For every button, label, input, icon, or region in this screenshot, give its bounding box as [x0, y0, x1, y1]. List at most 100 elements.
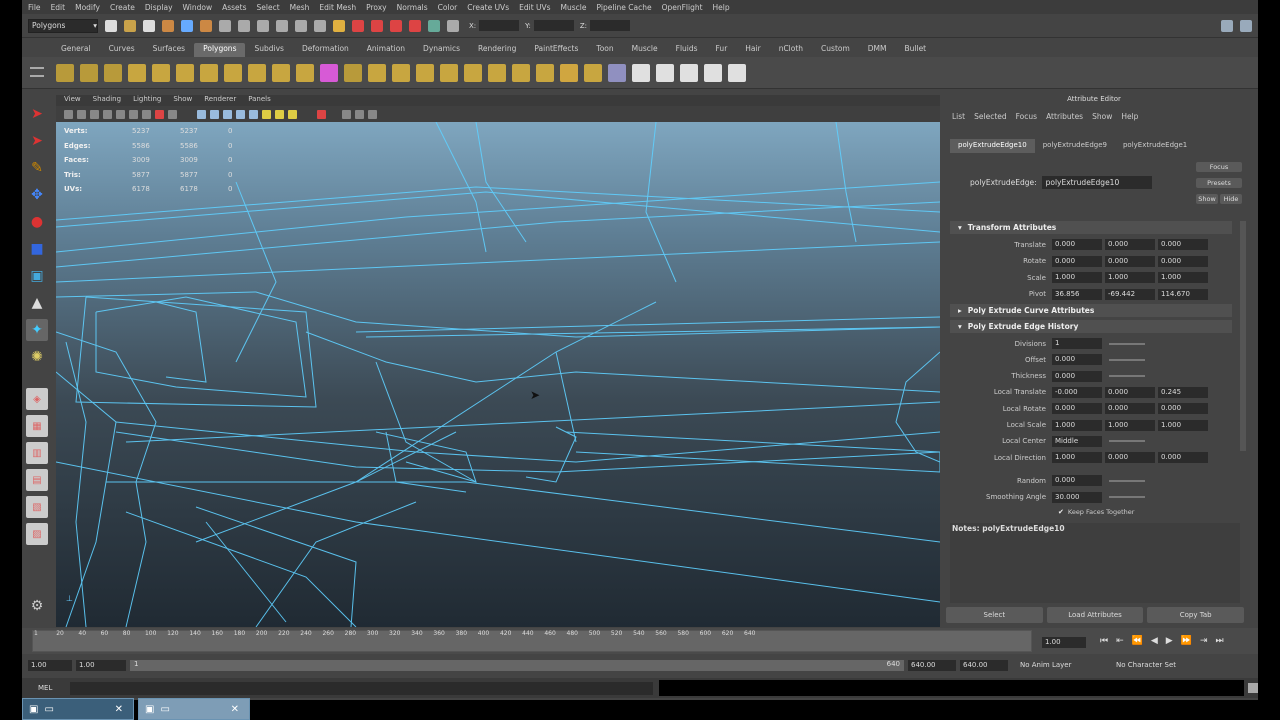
menu-window[interactable]: Window [183, 3, 213, 12]
shelf-tool-icon-6[interactable] [176, 63, 194, 82]
shelf-tool-icon-2[interactable] [80, 63, 98, 82]
shelf-menu-icon[interactable] [30, 67, 44, 77]
panel-menu-shading[interactable]: Shading [93, 95, 121, 106]
attr-slider[interactable] [1109, 479, 1145, 482]
attr-field[interactable]: 0.000 [1105, 403, 1155, 415]
playback-start-field[interactable]: 1.00 [76, 659, 126, 671]
wireframe-icon[interactable] [197, 109, 206, 119]
step-back-frame-icon[interactable]: ⏪ [1132, 636, 1143, 646]
shelf-tab-muscle[interactable]: Muscle [623, 43, 667, 57]
attr-field[interactable]: 0.000 [1052, 475, 1102, 487]
layout-single-icon[interactable]: ◈ [26, 388, 48, 410]
xray-icon[interactable] [288, 109, 297, 119]
hypershade-icon[interactable] [409, 19, 421, 32]
input-line-icon[interactable] [428, 19, 440, 32]
shelf-tool-icon-7[interactable] [200, 63, 218, 82]
attr-menu-help[interactable]: Help [1121, 112, 1138, 121]
lasso-tool-icon[interactable]: ➤ [26, 130, 48, 152]
camera-select-icon[interactable] [64, 109, 73, 119]
attr-field[interactable]: 1.000 [1052, 452, 1102, 464]
attr-field[interactable]: 0.000 [1105, 255, 1155, 267]
shelf-tab-rendering[interactable]: Rendering [469, 43, 525, 57]
grid-icon[interactable] [116, 109, 125, 119]
shelf-tool-icon-10[interactable] [272, 63, 290, 82]
copy-tab-button[interactable]: Copy Tab [1147, 607, 1245, 623]
attr-field[interactable]: 0.000 [1052, 354, 1102, 366]
shelf-tab-fluids[interactable]: Fluids [667, 43, 707, 57]
textured-icon[interactable] [236, 109, 245, 119]
pick-mask-icon[interactable] [219, 19, 231, 32]
attr-field[interactable]: 1.000 [1105, 419, 1155, 431]
new-scene-icon[interactable] [105, 19, 117, 32]
image-plane-icon[interactable] [103, 109, 112, 119]
shelf-tool-icon-22[interactable] [560, 63, 578, 82]
shelf-tab-polygons[interactable]: Polygons [194, 43, 246, 57]
paint-select-icon[interactable]: ✎ [26, 157, 48, 179]
z-field[interactable] [590, 20, 631, 31]
snap-curve-icon[interactable] [257, 19, 269, 32]
shelf-tool-icon-25[interactable] [632, 63, 650, 82]
attr-field[interactable]: 0.245 [1158, 386, 1208, 398]
shelf-tab-custom[interactable]: Custom [812, 43, 859, 57]
shelf-tab-dynamics[interactable]: Dynamics [414, 43, 469, 57]
shelf-tool-icon-8[interactable] [224, 63, 242, 82]
attr-menu-selected[interactable]: Selected [974, 112, 1007, 121]
node-name-field[interactable]: polyExtrudeEdge10 [1041, 176, 1152, 189]
rotate-tool-icon[interactable]: ● [26, 211, 48, 233]
menu-edit-mesh[interactable]: Edit Mesh [319, 3, 356, 12]
anim-end-field[interactable]: 640.00 [960, 659, 1008, 671]
shelf-tool-icon-26[interactable] [656, 63, 674, 82]
attr-field[interactable]: 1.000 [1105, 272, 1155, 283]
attr-field[interactable]: 114.670 [1158, 288, 1208, 300]
construction-history-icon[interactable] [333, 19, 345, 32]
film-gate-icon[interactable] [129, 109, 138, 119]
focus-button[interactable]: Focus [1196, 162, 1242, 172]
attr-field[interactable]: -0.000 [1052, 386, 1102, 398]
taskbar-item-1[interactable]: ▣ ▭ ✕ [22, 698, 134, 720]
attr-field[interactable]: 0.000 [1105, 386, 1155, 398]
shelf-tool-icon-29[interactable] [728, 63, 746, 82]
menu-set-selector[interactable]: Polygons ▾ [28, 18, 98, 33]
go-to-start-icon[interactable]: ⏮ [1100, 636, 1108, 646]
soft-mod-icon[interactable]: ▲ [26, 292, 48, 314]
panel-menu-panels[interactable]: Panels [248, 95, 271, 106]
menu-normals[interactable]: Normals [397, 3, 428, 12]
shelf-tab-animation[interactable]: Animation [358, 43, 414, 57]
presets-button[interactable]: Presets [1196, 178, 1242, 188]
shelf-tool-icon-15[interactable] [392, 63, 410, 82]
shelf-tab-painteffects[interactable]: PaintEffects [525, 43, 587, 57]
hq-render-icon[interactable] [342, 109, 351, 119]
attr-menu-list[interactable]: List [952, 112, 965, 121]
menu-muscle[interactable]: Muscle [561, 3, 587, 12]
shelf-tool-icon-11[interactable] [296, 63, 314, 82]
attr-menu-show[interactable]: Show [1092, 112, 1112, 121]
muscle-icon[interactable]: ⚙ [26, 595, 48, 617]
command-input[interactable] [70, 681, 654, 695]
checkbox-checked-icon[interactable]: ✔ [1058, 508, 1064, 516]
channel-box-toggle-icon[interactable] [1240, 19, 1252, 32]
attr-scrollbar[interactable] [1240, 221, 1246, 451]
shelf-tool-icon-16[interactable] [416, 63, 434, 82]
shelf-tool-icon-14[interactable] [368, 63, 386, 82]
shelf-tab-bullet[interactable]: Bullet [896, 43, 936, 57]
attr-slider[interactable] [1109, 440, 1145, 443]
shelf-tab-surfaces[interactable]: Surfaces [144, 43, 194, 57]
shelf-tool-icon-21[interactable] [536, 63, 554, 82]
attr-field[interactable]: 30.000 [1052, 491, 1102, 503]
scale-tool-icon[interactable]: ■ [26, 238, 48, 260]
attr-slider[interactable] [1109, 496, 1145, 499]
move-tool-icon[interactable]: ✥ [26, 184, 48, 206]
panel-menu-view[interactable]: View [64, 95, 81, 106]
all-lights-icon[interactable] [262, 109, 271, 119]
load-attributes-button[interactable]: Load Attributes [1046, 607, 1144, 623]
sidebar-toggle-icon[interactable] [1221, 19, 1233, 32]
shelf-tab-deformation[interactable]: Deformation [293, 43, 358, 57]
ipr-render-icon[interactable] [371, 19, 383, 32]
shelf-tab-subdivs[interactable]: Subdivs [245, 43, 292, 57]
shelf-tab-ncloth[interactable]: nCloth [770, 43, 812, 57]
live-surface-icon[interactable] [314, 19, 326, 32]
go-to-end-icon[interactable]: ⏭ [1215, 636, 1223, 646]
node-tab[interactable]: polyExtrudeEdge10 [950, 139, 1035, 153]
shelf-tool-icon-20[interactable] [512, 63, 530, 82]
perspective-viewport[interactable]: Verts: 5237 5237 0 Edges: 5586 5586 0 Faces: 3009… [56, 122, 940, 627]
